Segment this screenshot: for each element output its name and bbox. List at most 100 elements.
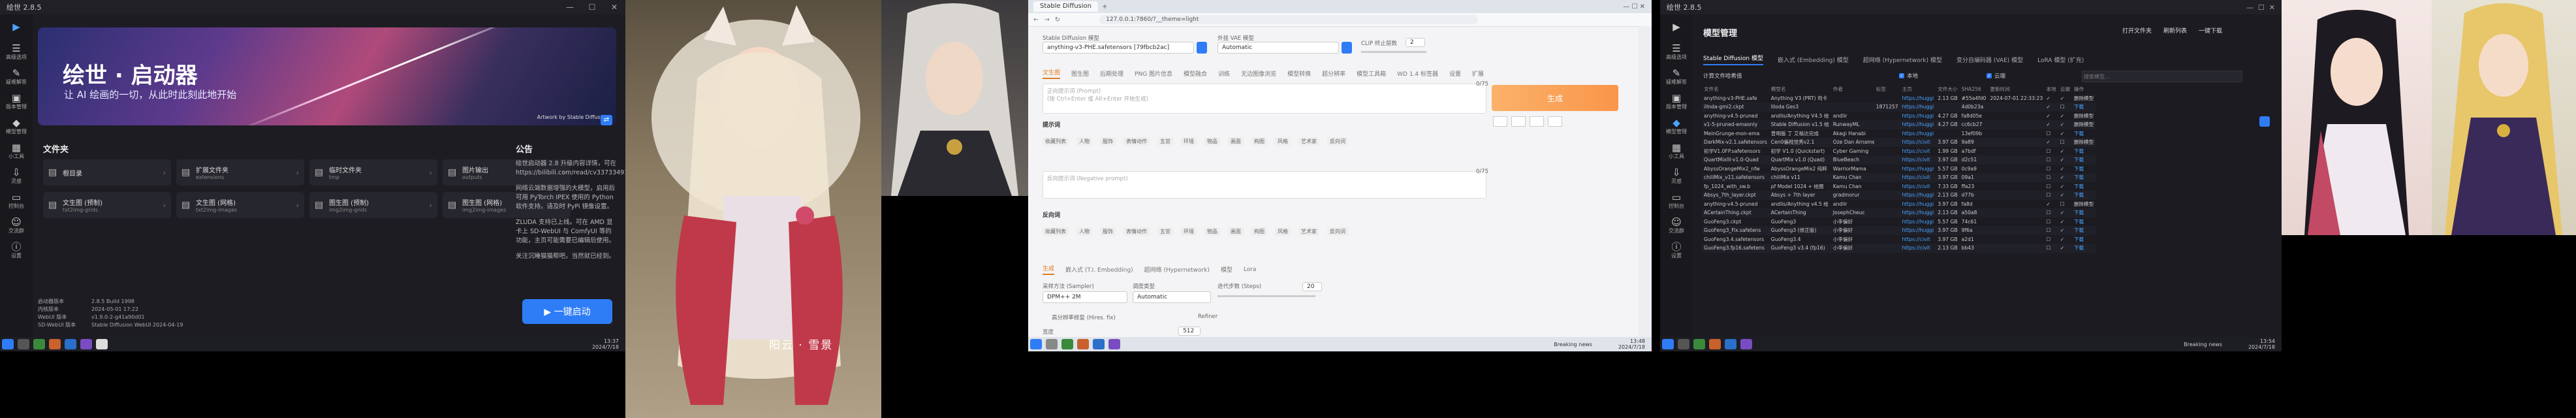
table-cell[interactable]: 删除模型 [2072,94,2096,103]
sidebar-item[interactable]: ☰ 高级选项 [1660,39,1693,64]
refresh-icon[interactable] [1342,42,1352,54]
tab-4[interactable]: 模型融合 [1184,69,1207,78]
model-tab-4[interactable]: LoRA 模型 (扩充) [2037,56,2084,64]
column-header[interactable]: 本地 [2045,85,2058,94]
tag-category[interactable]: 人物 [1076,227,1092,236]
back-icon[interactable]: ← [1033,16,1039,24]
tag-category[interactable]: 画面 [1228,137,1244,146]
new-tab-icon[interactable]: + [1102,3,1107,10]
sidebar-item[interactable]: ⓘ 设置 [1660,238,1693,263]
negative-prompt-input[interactable]: 反向提示词 (Negative prompt) [1043,171,1486,199]
cloud-filter[interactable]: ✓ 云端 [1987,72,2005,80]
model-tab-3[interactable]: 变分自编码器 (VAE) 模型 [1956,56,2023,64]
news-widget[interactable]: Breaking news [2184,342,2222,347]
column-header[interactable]: 作者 [1831,85,1874,94]
tag-category[interactable]: 表情动作 [1123,137,1150,146]
checkpoint-select[interactable]: anything-v3-PHE.safetensors [79fbcb2ac] [1043,42,1194,54]
app-icon[interactable] [1709,339,1721,349]
app-icon[interactable] [96,339,108,349]
vae-select[interactable]: Automatic [1217,42,1339,54]
tag-category[interactable]: 反向词 [1327,227,1348,236]
tab-10[interactable]: WD 1.4 标签器 [1397,69,1438,78]
style-icon[interactable] [1530,116,1544,127]
arrow-icon[interactable] [1493,116,1507,127]
model-tab-1[interactable]: 嵌入式 (Embedding) 模型 [1778,56,1849,64]
switch-icon[interactable] [2259,116,2270,127]
prompt-input[interactable]: 正向提示词 (Prompt) (按 Ctrl+Enter 或 Alt+Enter … [1043,84,1486,114]
tab-6[interactable]: 无边图像浏览 [1241,69,1276,78]
column-header[interactable]: SHA256 [1960,85,1988,94]
minimize-icon[interactable]: — [559,3,581,12]
table-cell[interactable]: 下载 [2072,155,2096,165]
model-tab-0[interactable]: Stable Diffusion 模型 [1703,54,1763,65]
app-icon[interactable] [1061,339,1073,349]
column-header[interactable]: 操作 [2072,85,2096,94]
tag-category[interactable]: 物品 [1204,227,1220,236]
steps-slider[interactable] [1217,295,1315,297]
tag-category[interactable]: 收藏列表 [1043,137,1069,146]
app-icon[interactable] [1725,339,1736,349]
tag-category[interactable]: 环境 [1181,137,1197,146]
browser-tab[interactable]: Stable Diffusion [1033,1,1099,12]
table-cell[interactable]: 下载 [2072,244,2096,253]
table-cell[interactable]: 删除模型 [2072,120,2096,129]
sidebar-item[interactable]: ⓘ 设置 [0,238,33,263]
table-row[interactable]: GuoFeng3.fp16.safetens GuoFeng3 v3.4 (fp1… [1702,244,2096,253]
folder-card[interactable]: ▤ 根目录 › [43,159,171,185]
toolbar-button-1[interactable]: 刷新列表 [2163,26,2187,35]
column-header[interactable]: 标签 [1874,85,1900,94]
table-cell[interactable]: 删除模型 [2072,112,2096,121]
column-header[interactable]: 模型名 [1769,85,1831,94]
table-row[interactable]: fp_1024_with_sw.b pf Model 1024 + 绘图 Kamu … [1702,182,2096,191]
column-header[interactable]: 文件大小 [1936,85,1959,94]
table-cell[interactable]: 下载 [2072,173,2096,182]
sidebar-item[interactable]: ▶ [0,14,33,39]
search-input[interactable] [2082,71,2242,82]
maximize-icon[interactable]: ☐ [581,3,603,12]
sidebar-item[interactable]: ☺ 交流群 [1660,213,1693,238]
close-icon[interactable]: — ☐ ✕ [1623,3,1645,10]
sidebar-item[interactable]: ▣ 版本管理 [0,89,33,114]
clip-input[interactable]: 2 [1406,38,1425,47]
column-header[interactable]: 云端 [2058,85,2072,94]
app-icon[interactable] [1108,339,1120,349]
table-row[interactable]: GuoFeng3.4.safetensors GuoFeng3.4 小李偏好 http… [1702,235,2096,244]
bottom-tab-0[interactable]: 生成 [1043,264,1055,275]
url-input[interactable]: 127.0.0.1:7860/?__theme=light [1099,15,1479,24]
app-icon[interactable] [1077,339,1089,349]
table-cell[interactable]: 删除模型 [2072,200,2096,209]
save-icon[interactable] [1548,116,1562,127]
tag-category[interactable]: 风格 [1275,137,1291,146]
app-icon[interactable] [1093,339,1105,349]
table-row[interactable]: MeinGrunge-mon-ema 曾明版 丁 艾格达完成 Akagi Hanab… [1702,129,2096,138]
tag-category[interactable]: 物品 [1204,137,1220,146]
app-icon[interactable] [80,339,92,349]
table-row[interactable]: anything-v4.5-pruned andlis/Anything v4.5… [1702,200,2096,209]
tab-3[interactable]: PNG 图片信息 [1135,69,1172,78]
tag-category[interactable]: 环境 [1181,227,1197,236]
windows-start-icon[interactable] [1030,339,1042,349]
tag-category[interactable]: 人物 [1076,137,1092,146]
tag-category[interactable]: 反向词 [1327,137,1348,146]
table-cell[interactable]: 下载 [2072,208,2096,217]
tag-category[interactable]: 艺术家 [1298,227,1319,236]
sidebar-item[interactable]: ▣ 版本管理 [1660,89,1693,114]
table-row[interactable]: GuoFeng3_Fix.safetens GuoFeng3 (修正版) 小李偏好 h… [1702,226,2096,235]
search-icon[interactable] [1046,339,1058,349]
windows-start-icon[interactable] [2,339,14,349]
sidebar-item[interactable]: ▦ 小工具 [1660,138,1693,163]
app-icon[interactable] [65,339,76,349]
table-cell[interactable]: 下载 [2072,191,2096,200]
hires-label[interactable]: 高分辨率修复 (Hires. fix) [1052,314,1116,321]
toolbar-button-2[interactable]: 一键下载 [2199,26,2222,35]
sidebar-item[interactable]: ▦ 小工具 [0,138,33,163]
folder-card[interactable]: ▤ 文生图 (网格) txt2img-images › [176,192,304,218]
table-row[interactable]: v1-5-pruned-emaonly Stable Diffusion v1.5… [1702,120,2096,129]
table-cell[interactable]: 下载 [2072,129,2096,138]
table-cell[interactable]: 删除模型 [2072,138,2096,147]
table-row[interactable]: ACertainThing.ckpt ACertainThing JosephChe… [1702,208,2096,217]
clip-slider[interactable] [1361,51,1426,53]
tab-0[interactable]: 文生图 [1043,68,1061,79]
sidebar-item[interactable]: ⇩ 灵感 [0,163,33,188]
table-row[interactable]: chiliMix_v11.safetensors chiliMix v11 Kamu… [1702,173,2096,182]
